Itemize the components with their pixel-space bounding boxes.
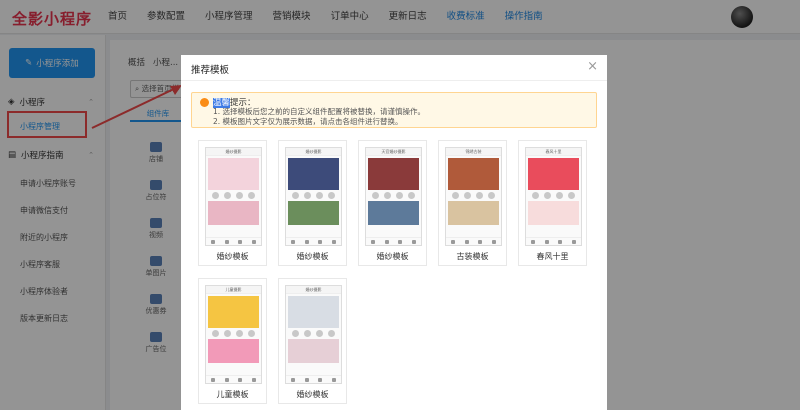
preview-tabbar: [286, 237, 341, 245]
modal-title: 推荐模板: [191, 65, 230, 76]
preview-icons: [289, 330, 338, 337]
preview-banner: [448, 158, 499, 190]
preview-block: [368, 201, 419, 225]
preview-block: [288, 201, 339, 225]
template-card[interactable]: 婚纱摄影 婚纱模板: [278, 140, 347, 266]
preview-tabbar: [286, 375, 341, 383]
preview-icons: [369, 192, 418, 199]
template-label: 春风十里: [536, 252, 569, 261]
template-preview: 婚纱摄影: [285, 147, 342, 246]
notice-line: 2. 模板图片文字仅为展示数据，请点击各组件进行替换。: [213, 117, 403, 126]
template-preview: 婚纱摄影: [285, 285, 342, 384]
template-card[interactable]: 婚纱摄影 婚纱模板: [278, 278, 347, 404]
notice-box: 温馨提示： 1. 选择模板后您之前的自定义组件配置将被替换，请谨慎操作。 2. …: [191, 92, 597, 128]
preview-block: [448, 201, 499, 225]
template-preview: 锦绣古装: [445, 147, 502, 246]
preview-icons: [289, 192, 338, 199]
template-label: 婚纱模板: [296, 252, 329, 261]
preview-title: 婚纱摄影: [286, 148, 341, 156]
template-card[interactable]: 儿童摄影 儿童模板: [198, 278, 267, 404]
preview-title: 春风十里: [526, 148, 581, 156]
template-label: 儿童模板: [216, 390, 249, 399]
preview-tabbar: [206, 375, 261, 383]
template-card[interactable]: 婚纱摄影 婚纱模板: [198, 140, 267, 266]
preview-title: 婚纱摄影: [286, 286, 341, 294]
preview-tabbar: [366, 237, 421, 245]
template-card[interactable]: 春风十里 春风十里: [518, 140, 587, 266]
preview-tabbar: [206, 237, 261, 245]
preview-title: 婚纱摄影: [206, 148, 261, 156]
preview-icons: [449, 192, 498, 199]
preview-banner: [208, 158, 259, 190]
preview-title: 锦绣古装: [446, 148, 501, 156]
preview-title: 天官婚纱摄影: [366, 148, 421, 156]
preview-icons: [209, 192, 258, 199]
preview-tabbar: [446, 237, 501, 245]
template-label: 婚纱模板: [216, 252, 249, 261]
template-preview: 婚纱摄影: [205, 147, 262, 246]
modal-header: 推荐模板 ×: [181, 55, 607, 81]
template-modal: 推荐模板 × 温馨提示： 1. 选择模板后您之前的自定义组件配置将被替换，请谨慎…: [181, 55, 607, 410]
preview-block: [528, 201, 579, 225]
preview-icons: [209, 330, 258, 337]
preview-banner: [288, 296, 339, 328]
preview-block: [288, 339, 339, 363]
template-card[interactable]: 天官婚纱摄影 婚纱模板: [358, 140, 427, 266]
preview-banner: [528, 158, 579, 190]
template-preview: 儿童摄影: [205, 285, 262, 384]
preview-block: [208, 201, 259, 225]
preview-block: [208, 339, 259, 363]
preview-banner: [208, 296, 259, 328]
template-label: 古装模板: [456, 252, 489, 261]
template-card[interactable]: 锦绣古装 古装模板: [438, 140, 507, 266]
template-label: 婚纱模板: [296, 390, 329, 399]
close-icon[interactable]: ×: [587, 59, 598, 74]
template-preview: 天官婚纱摄影: [365, 147, 422, 246]
preview-title: 儿童摄影: [206, 286, 261, 294]
template-label: 婚纱模板: [376, 252, 409, 261]
preview-icons: [529, 192, 578, 199]
template-preview: 春风十里: [525, 147, 582, 246]
warning-icon: [200, 98, 209, 107]
preview-banner: [368, 158, 419, 190]
preview-tabbar: [526, 237, 581, 245]
preview-banner: [288, 158, 339, 190]
